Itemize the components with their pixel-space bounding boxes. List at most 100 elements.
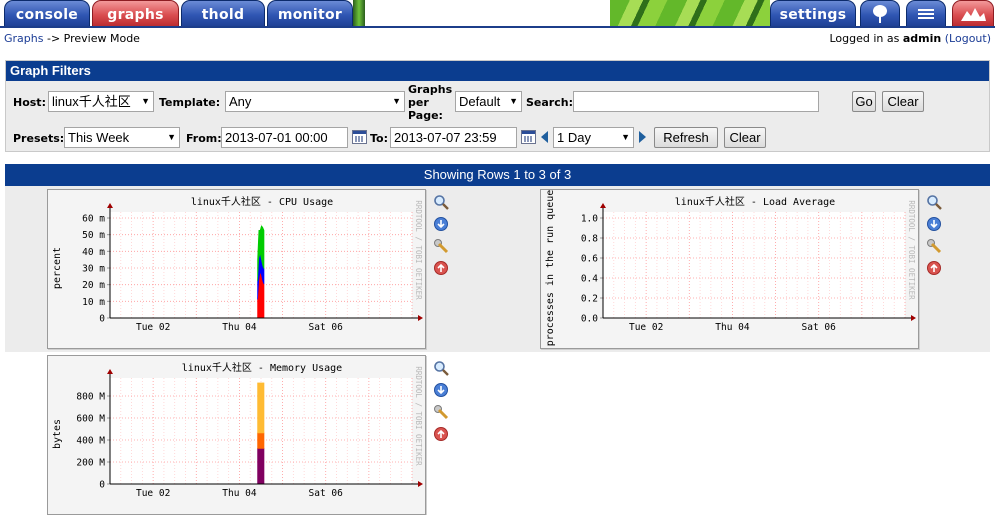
gpp-value: Default — [459, 94, 501, 109]
from-date-input[interactable]: 2013-07-01 00:00 — [221, 127, 348, 148]
rrdtool-watermark: RRDTOOL / TOBI OETIKER — [414, 200, 423, 300]
go-button[interactable]: Go — [852, 91, 876, 112]
rrdtool-watermark: RRDTOOL / TOBI OETIKER — [414, 366, 423, 466]
calendar-icon[interactable] — [521, 130, 536, 144]
host-value: linux千人社区 — [52, 94, 131, 109]
to-date-input[interactable]: 2013-07-07 23:59 — [390, 127, 517, 148]
host-select[interactable]: linux千人社区 ▼ — [48, 91, 154, 112]
x-tick-label: Sat 06 — [309, 322, 344, 333]
breadcrumb-graphs-link[interactable]: Graphs — [4, 32, 43, 45]
timespan-select[interactable]: 1 Day ▼ — [553, 127, 634, 148]
y-tick-label: 0 — [99, 480, 105, 491]
y-tick-label: 60 m — [82, 214, 105, 225]
y-tick-label: 400 M — [76, 436, 105, 447]
template-label: Template: — [159, 96, 221, 109]
y-tick-label: 0.4 — [581, 274, 598, 285]
graphs-per-page-label: Graphs per Page: — [408, 83, 452, 122]
cpu-usage-chart: 0 10 m 20 m 30 m 40 m 50 m 60 m Tue 02 Thu 04 Sat… — [48, 190, 425, 348]
properties-icon[interactable] — [433, 238, 449, 254]
export-icon[interactable] — [433, 382, 449, 398]
list-icon — [918, 9, 934, 19]
refresh-button[interactable]: Refresh — [654, 127, 718, 148]
memory-usage-chart: 0200 M400 M600 M800 MTue 02 Thu 04 Sat 06l… — [48, 356, 425, 514]
presets-value: This Week — [68, 130, 130, 145]
graph-load-average[interactable]: 0.0 0.2 0.4 0.6 0.8 1.0 Tue 02 Thu 04 Sat 06 linu… — [540, 189, 919, 349]
banner-decoration — [353, 0, 365, 27]
graph-actions-cpu — [433, 194, 451, 276]
graph-cpu-usage[interactable]: 0 10 m 20 m 30 m 40 m 50 m 60 m Tue 02 Thu 04 Sat… — [47, 189, 426, 349]
tab-preview-view[interactable] — [952, 0, 994, 27]
chart-title: linux千人社区 - Memory Usage — [182, 361, 342, 374]
x-tick-label: Thu 04 — [715, 322, 750, 333]
rows-summary: Showing Rows 1 to 3 of 3 — [5, 164, 990, 186]
presets-select[interactable]: This Week ▼ — [64, 127, 180, 148]
chart-title: linux千人社区 - CPU Usage — [191, 195, 333, 208]
tab-settings[interactable]: settings — [770, 0, 856, 27]
tab-thold[interactable]: thold — [181, 0, 265, 27]
properties-icon[interactable] — [926, 238, 942, 254]
tab-console[interactable]: console — [4, 0, 90, 27]
y-tick-label: 10 m — [82, 297, 105, 308]
zoom-icon[interactable] — [433, 194, 449, 210]
chevron-down-icon: ▼ — [621, 132, 630, 142]
logout-link[interactable]: (Logout) — [945, 32, 991, 45]
y-tick-label: 20 m — [82, 280, 105, 291]
y-axis-label: percent — [52, 247, 63, 289]
y-axis-label: bytes — [52, 419, 63, 449]
gpp-label-line2: per — [408, 96, 429, 109]
y-tick-label: 0.6 — [581, 254, 598, 265]
chart-title: linux千人社区 - Load Average — [675, 195, 835, 208]
graphs-per-page-select[interactable]: Default ▼ — [455, 91, 522, 112]
series-area-1 — [257, 432, 265, 449]
export-icon[interactable] — [433, 216, 449, 232]
export-icon[interactable] — [926, 216, 942, 232]
template-value: Any — [229, 94, 252, 109]
breadcrumb: Graphs -> Preview Mode Logged in as admi… — [0, 29, 995, 49]
x-tick-label: Thu 04 — [222, 322, 257, 333]
presets-label: Presets: — [13, 132, 65, 145]
chevron-down-icon: ▼ — [167, 132, 176, 142]
chevron-down-icon: ▼ — [509, 96, 518, 106]
y-tick-label: 0 — [99, 314, 105, 325]
host-label: Host: — [13, 96, 46, 109]
graph-actions-memory — [433, 360, 451, 442]
y-tick-label: 50 m — [82, 230, 105, 241]
search-input[interactable] — [573, 91, 819, 112]
x-tick-label: Tue 02 — [629, 322, 663, 333]
graph-filters-panel: Graph Filters Host: linux千人社区 ▼ Template:… — [5, 60, 990, 152]
y-tick-label: 40 m — [82, 247, 105, 258]
move-up-icon[interactable] — [433, 426, 449, 442]
calendar-icon[interactable] — [352, 130, 367, 144]
template-select[interactable]: Any ▼ — [225, 91, 405, 112]
clear-button[interactable]: Clear — [882, 91, 924, 112]
clear-timespan-button[interactable]: Clear — [724, 127, 766, 148]
shift-right-icon[interactable] — [638, 130, 648, 144]
properties-icon[interactable] — [433, 404, 449, 420]
y-tick-label: 30 m — [82, 264, 105, 275]
tab-tree-view[interactable] — [860, 0, 900, 27]
x-tick-label: Tue 02 — [136, 322, 170, 333]
preview-icon — [961, 8, 986, 21]
breadcrumb-current: -> Preview Mode — [46, 32, 140, 45]
tab-graphs[interactable]: graphs — [92, 0, 179, 27]
chevron-down-icon: ▼ — [141, 96, 150, 106]
search-label: Search: — [526, 96, 573, 109]
move-up-icon[interactable] — [433, 260, 449, 276]
timespan-value: 1 Day — [557, 130, 591, 145]
tree-icon — [873, 5, 887, 23]
graph-actions-load — [926, 194, 944, 276]
move-up-icon[interactable] — [926, 260, 942, 276]
to-label: To: — [370, 132, 388, 145]
graph-filters-title: Graph Filters — [6, 61, 989, 81]
y-tick-label: 0.8 — [581, 234, 598, 245]
zoom-icon[interactable] — [926, 194, 942, 210]
graph-memory-usage[interactable]: 0 200 M 400 M 600 M 800 M Tue 02 Thu 04 Sat 06 l… — [47, 355, 426, 515]
load-average-chart: 0.0 0.2 0.4 0.6 0.8 1.0 Tue 02 Thu 04 Sat 06 linu… — [541, 190, 918, 348]
tab-monitor[interactable]: monitor — [267, 0, 353, 27]
rrdtool-watermark: RRDTOOL / TOBI OETIKER — [907, 200, 916, 300]
shift-left-icon[interactable] — [539, 130, 549, 144]
zoom-icon[interactable] — [433, 360, 449, 376]
tab-list-view[interactable] — [906, 0, 946, 27]
y-tick-label: 1.0 — [581, 214, 598, 225]
series-area-2 — [257, 382, 265, 434]
